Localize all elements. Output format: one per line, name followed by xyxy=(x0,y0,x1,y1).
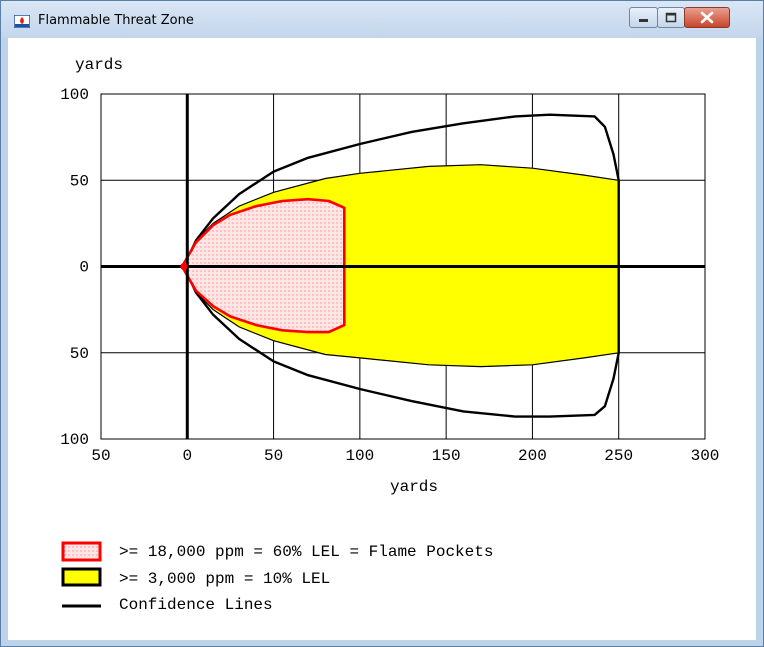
x-tick-label: 250 xyxy=(604,447,633,465)
y-tick-label: 100 xyxy=(60,86,89,104)
y-tick-label: 100 xyxy=(60,431,89,449)
close-icon xyxy=(700,11,714,24)
title-bar[interactable]: Flammable Threat Zone xyxy=(1,1,763,38)
legend-label-confidence: Confidence Lines xyxy=(119,596,273,614)
legend-label-flame-pockets: >= 18,000 ppm = 60% LEL = Flame Pockets xyxy=(119,543,493,561)
maximize-button[interactable] xyxy=(657,7,685,28)
legend-swatch-flame-pockets xyxy=(61,541,102,562)
maximize-icon xyxy=(665,12,677,23)
y-tick-label: 0 xyxy=(79,259,89,277)
x-tick-label: 0 xyxy=(182,447,192,465)
threat-zone-chart: 50 0 50 100 150 200 250 30010050050100 yards ya… xyxy=(60,56,720,614)
x-tick-label: 50 xyxy=(91,447,110,465)
legend-swatch-lel xyxy=(61,567,102,587)
legend-label-lel: >= 3,000 ppm = 10% LEL xyxy=(119,570,330,588)
x-tick-label: 50 xyxy=(264,447,283,465)
app-window: Flammable Threat Zone 50 0 50 100 150 20… xyxy=(0,0,764,647)
client-area: 50 0 50 100 150 200 250 300 100 50 0 50 100 yards ya… xyxy=(8,38,756,640)
x-axis-label: yards xyxy=(390,478,438,496)
app-icon xyxy=(14,15,30,28)
minimize-icon xyxy=(639,19,648,22)
x-tick-label: 200 xyxy=(518,447,547,465)
y-tick-label: 50 xyxy=(70,345,89,363)
legend-item-confidence: Confidence Lines xyxy=(62,596,273,614)
source-point xyxy=(180,263,188,270)
y-axis-label: yards xyxy=(75,56,123,74)
y-tick-label: 50 xyxy=(70,172,89,190)
window-title: Flammable Threat Zone xyxy=(38,13,194,28)
chart-legend: >= 18,000 ppm = 60% LEL = Flame Pockets … xyxy=(61,541,493,614)
x-tick-label: 300 xyxy=(691,447,720,465)
minimize-button[interactable] xyxy=(629,7,658,28)
x-tick-label: 150 xyxy=(432,447,461,465)
close-button[interactable] xyxy=(684,7,730,28)
x-tick-label: 100 xyxy=(345,447,374,465)
legend-item-flame-pockets: >= 18,000 ppm = 60% LEL = Flame Pockets xyxy=(61,541,493,562)
legend-item-lel: >= 3,000 ppm = 10% LEL xyxy=(61,567,330,588)
